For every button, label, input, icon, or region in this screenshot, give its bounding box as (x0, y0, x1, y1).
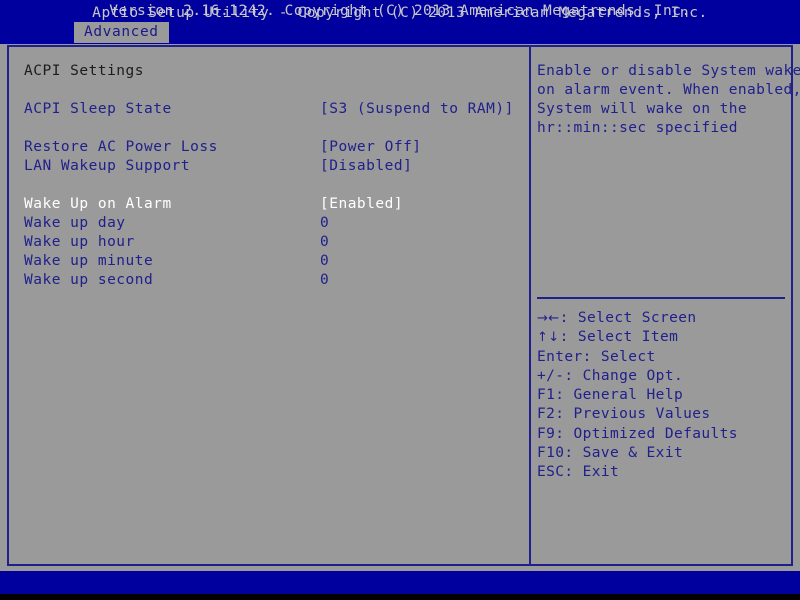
arrow-keys-icon: →← (537, 311, 560, 326)
bottom-edge (0, 594, 800, 600)
help-text-panel: Enable or disable System wake on alarm ev… (537, 62, 800, 138)
setting-label: Wake up second (24, 272, 154, 288)
setting-row[interactable]: Wake Up on Alarm [Enabled] (24, 195, 514, 214)
key-legend-text: F2: Previous Values (537, 406, 711, 423)
setting-value[interactable]: 0 (320, 271, 329, 290)
key-legend-text: F9: Optimized Defaults (537, 425, 738, 442)
help-line: System will wake on the (537, 101, 747, 117)
version-text: Version 2.16.1242. Copyright (C) 2013 Am… (109, 3, 691, 19)
setting-value[interactable]: [Power Off] (320, 138, 422, 157)
setting-label: Wake up minute (24, 253, 154, 269)
tab-advanced[interactable]: Advanced (74, 22, 169, 43)
setting-row[interactable]: ACPI Sleep State [S3 (Suspend to RAM)] (24, 100, 514, 119)
key-legend-text: Enter: Select (537, 348, 656, 365)
key-legend-text: +/-: Change Opt. (537, 367, 684, 384)
key-legend-item: F10: Save & Exit (537, 444, 785, 463)
settings-list: ACPI Settings ACPI Sleep State [S3 (Suspe… (24, 62, 514, 290)
bios-setup-screen: Aptio Setup Utility - Copyright (C) 2013… (0, 0, 800, 600)
setting-row[interactable]: Wake up minute 0 (24, 252, 514, 271)
key-legend-text: F10: Save & Exit (537, 445, 684, 462)
footer-bar (0, 571, 800, 594)
setting-value[interactable]: 0 (320, 233, 329, 252)
setting-row[interactable]: Wake up second 0 (24, 271, 514, 290)
key-legend-item: ESC: Exit (537, 463, 785, 482)
arrow-keys-icon: ↑↓ (537, 330, 560, 346)
key-legend-text: : Select Screen (559, 310, 697, 326)
setting-value[interactable]: 0 (320, 252, 329, 271)
setting-row[interactable]: LAN Wakeup Support [Disabled] (24, 157, 514, 176)
setting-label: Wake up day (24, 215, 126, 231)
setting-label: Restore AC Power Loss (24, 139, 218, 155)
key-legend-item: ↑↓: Select Item (537, 328, 785, 347)
setting-row[interactable]: Restore AC Power Loss [Power Off] (24, 138, 514, 157)
help-line: hr::min::sec specified (537, 120, 738, 136)
key-legend-text: ESC: Exit (537, 464, 620, 481)
setting-label: LAN Wakeup Support (24, 158, 191, 174)
key-legend-item: Enter: Select (537, 348, 785, 367)
setting-value[interactable]: [S3 (Suspend to RAM)] (320, 100, 514, 119)
help-divider-rule (537, 297, 785, 299)
key-legend-item: →←: Select Screen (537, 309, 785, 328)
help-line: on alarm event. When enabled, (537, 82, 800, 98)
key-legend-item: F9: Optimized Defaults (537, 425, 785, 444)
setting-row[interactable]: Wake up day 0 (24, 214, 514, 233)
key-legend-text: F1: General Help (537, 387, 684, 404)
section-title: ACPI Settings (24, 63, 144, 79)
setting-value[interactable]: [Enabled] (320, 195, 403, 214)
key-legend: →←: Select Screen ↑↓: Select Item Enter: S… (537, 309, 785, 483)
key-legend-lines: →←: Select Screen ↑↓: Select Item Enter: S… (537, 309, 785, 483)
key-legend-text: : Select Item (559, 329, 679, 346)
setting-row[interactable]: Wake up hour 0 (24, 233, 514, 252)
key-legend-item: F2: Previous Values (537, 405, 785, 424)
options-container: ACPI Sleep State [S3 (Suspend to RAM)] Res… (24, 100, 514, 290)
setting-value[interactable]: 0 (320, 214, 329, 233)
help-lines: Enable or disable System wake on alarm ev… (537, 62, 800, 138)
setting-label: Wake Up on Alarm (24, 196, 172, 212)
panel-divider (529, 45, 531, 566)
setting-label: Wake up hour (24, 234, 135, 250)
key-legend-item: +/-: Change Opt. (537, 367, 785, 386)
setting-label: ACPI Sleep State (24, 101, 172, 117)
setting-value[interactable]: [Disabled] (320, 157, 412, 176)
help-line: Enable or disable System wake (537, 63, 800, 79)
key-legend-item: F1: General Help (537, 386, 785, 405)
